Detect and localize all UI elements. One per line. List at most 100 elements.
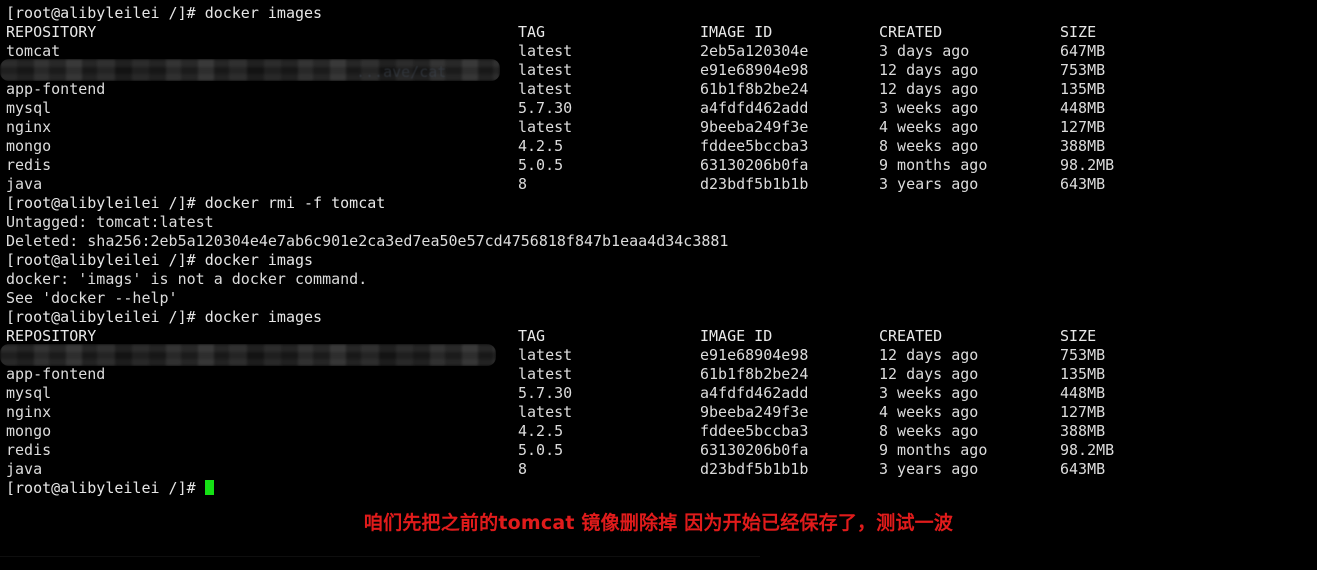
header-repository: REPOSITORY [6, 23, 97, 41]
cell-tag: 5.0.5 [518, 156, 564, 174]
cell-image-id: d23bdf5b1b1b [700, 460, 809, 478]
cell-tag: latest [518, 365, 573, 383]
table-row: nginx latest 9beeba249f3e 4 weeks ago 127MB [6, 403, 1311, 422]
prompt-line-5[interactable]: [root@alibyleilei /]# [6, 479, 1311, 498]
cell-repository: java [6, 175, 43, 193]
cell-repository: mysql [6, 384, 52, 402]
cell-size: 643MB [1060, 460, 1106, 478]
cell-size: 753MB [1060, 61, 1106, 79]
cell-repository: redis [6, 156, 52, 174]
cell-size: 753MB [1060, 346, 1106, 364]
header-image-id: IMAGE ID [700, 327, 773, 345]
cell-size: 135MB [1060, 80, 1106, 98]
table-row: mysql 5.7.30 a4fdfd462add 3 weeks ago 448MB [6, 384, 1311, 403]
cell-tag: 4.2.5 [518, 422, 564, 440]
cell-tag: 8 [518, 460, 528, 478]
cell-size: 448MB [1060, 384, 1106, 402]
cell-tag: latest [518, 403, 573, 421]
table-row: app-fontend latest 61b1f8b2be24 12 days ago… [6, 80, 1311, 99]
cell-repository: nginx [6, 403, 52, 421]
cell-image-id: a4fdfd462add [700, 99, 809, 117]
cell-created: 12 days ago [879, 61, 979, 79]
cell-created: 3 weeks ago [879, 99, 979, 117]
command-docker-images-1: docker images [204, 4, 323, 22]
cell-image-id: a4fdfd462add [700, 384, 809, 402]
table-row: java 8 d23bdf5b1b1b 3 years ago 643MB [6, 460, 1311, 479]
rmi-deleted-line: Deleted: sha256:2eb5a120304e4e7ab6c901e2… [6, 232, 729, 250]
table-row: redis 5.0.5 63130206b0fa 9 months ago 98.2MB [6, 441, 1311, 460]
cell-size: 127MB [1060, 403, 1106, 421]
cell-image-id: e91e68904e98 [700, 346, 809, 364]
cell-repository: mongo [6, 422, 52, 440]
cell-image-id: d23bdf5b1b1b [700, 175, 809, 193]
cell-tag: 4.2.5 [518, 137, 564, 155]
cell-image-id: 61b1f8b2be24 [700, 365, 809, 383]
cell-created: 12 days ago [879, 365, 979, 383]
cell-size: 98.2MB [1060, 441, 1115, 459]
cell-image-id: fddee5bccba3 [700, 137, 809, 155]
redaction-overlay: ...ave/cat [0, 59, 500, 81]
error-not-a-command: docker: 'imags' is not a docker command. [6, 270, 368, 288]
cell-tag: 5.0.5 [518, 441, 564, 459]
cell-image-id: fddee5bccba3 [700, 422, 809, 440]
cell-repository: app-fontend [6, 80, 106, 98]
prompt-text: [root@alibyleilei /]# [6, 194, 205, 212]
cell-tag: 5.7.30 [518, 99, 573, 117]
redaction-ghost-text: ...ave/cat [356, 63, 447, 81]
cell-tag: latest [518, 42, 573, 60]
prompt-text: [root@alibyleilei /]# [6, 479, 205, 497]
prompt-line-3: [root@alibyleilei /]# docker imags [6, 251, 1311, 270]
terminal-output: [root@alibyleilei /]# docker images REPO… [0, 4, 1311, 498]
prompt-text: [root@alibyleilei /]# [6, 251, 205, 269]
terminal-cursor [204, 480, 214, 495]
prompt-line-1: [root@alibyleilei /]# docker images [6, 4, 1311, 23]
cell-created: 3 days ago [879, 42, 970, 60]
cell-image-id: 2eb5a120304e [700, 42, 809, 60]
table-row: redis 5.0.5 63130206b0fa 9 months ago 98.2MB [6, 156, 1311, 175]
error-see-help: See 'docker --help' [6, 289, 178, 307]
cell-repository: redis [6, 441, 52, 459]
cell-repository: mysql [6, 99, 52, 117]
prompt-text: [root@alibyleilei /]# [6, 4, 205, 22]
docker-images-table-before: tomcat latest 2eb5a120304e 3 days ago 647MB l… [0, 42, 1311, 194]
cell-created: 9 months ago [879, 441, 988, 459]
header-tag: TAG [518, 327, 546, 345]
cell-size: 135MB [1060, 365, 1106, 383]
header-size: SIZE [1060, 327, 1097, 345]
header-size: SIZE [1060, 23, 1097, 41]
cell-created: 3 weeks ago [879, 384, 979, 402]
header-tag: TAG [518, 23, 546, 41]
prompt-line-4: [root@alibyleilei /]# docker images [6, 308, 1311, 327]
mosaic-pattern [0, 344, 496, 366]
cell-image-id: e91e68904e98 [700, 61, 809, 79]
cell-created: 4 weeks ago [879, 403, 979, 421]
cell-tag: latest [518, 61, 573, 79]
table-row: latest e91e68904e98 12 days ago 753MB [0, 344, 1311, 366]
cell-tag: latest [518, 118, 573, 136]
cell-image-id: 9beeba249f3e [700, 118, 809, 136]
docker-images-table-after: latest e91e68904e98 12 days ago 753MB app-fo… [0, 344, 1311, 479]
cell-tag: latest [518, 346, 573, 364]
cell-image-id: 61b1f8b2be24 [700, 80, 809, 98]
table-row: app-fontend latest 61b1f8b2be24 12 days ago… [6, 365, 1311, 384]
bottom-edge-line [0, 556, 760, 557]
cell-size: 647MB [1060, 42, 1106, 60]
table-row: java 8 d23bdf5b1b1b 3 years ago 643MB [6, 175, 1311, 194]
table-header-1: REPOSITORY TAG IMAGE ID CREATED SIZE [6, 23, 1311, 42]
cell-repository: mongo [6, 137, 52, 155]
table-row: mongo 4.2.5 fddee5bccba3 8 weeks ago 388MB [6, 137, 1311, 156]
cell-created: 12 days ago [879, 346, 979, 364]
table-row: latest e91e68904e98 12 days ago 753MB ...ave… [0, 59, 1311, 81]
cell-created: 4 weeks ago [879, 118, 979, 136]
cell-image-id: 63130206b0fa [700, 441, 809, 459]
table-row: nginx latest 9beeba249f3e 4 weeks ago 127MB [6, 118, 1311, 137]
header-created: CREATED [879, 23, 943, 41]
cell-size: 643MB [1060, 175, 1106, 193]
cell-size: 388MB [1060, 137, 1106, 155]
terminal-window[interactable]: [root@alibyleilei /]# docker images REPO… [0, 0, 1317, 570]
cell-created: 3 years ago [879, 175, 979, 193]
redaction-overlay [0, 344, 496, 366]
cell-repository: java [6, 460, 43, 478]
cell-tag: 5.7.30 [518, 384, 573, 402]
cell-repository: app-fontend [6, 365, 106, 383]
